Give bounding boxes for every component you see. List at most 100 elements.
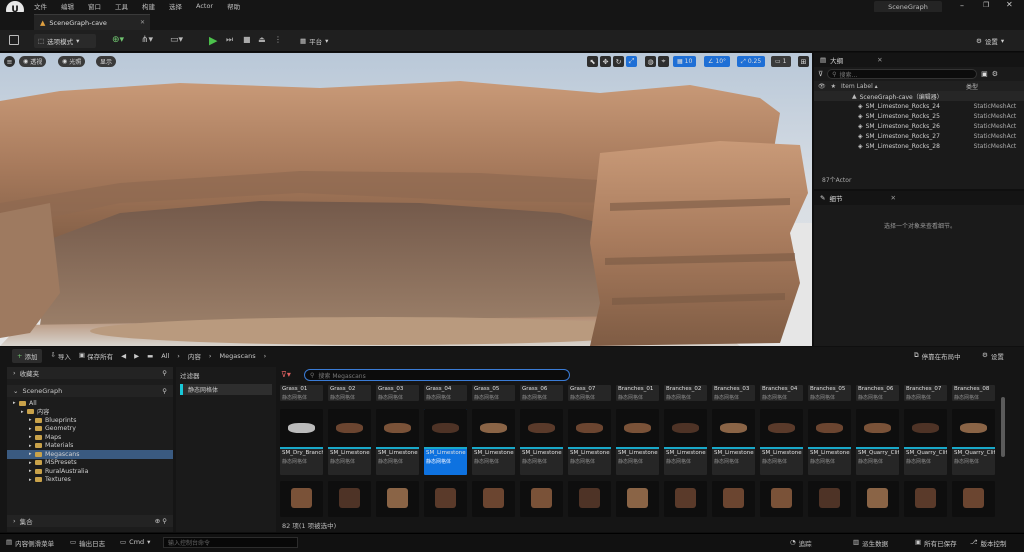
asset-tile[interactable]: Grass_07 静态网格体 [568,385,611,401]
filter-chip-static-mesh[interactable]: 静态网格体 [180,384,272,395]
menu-actor[interactable]: Actor [196,2,213,10]
folder-tree-item[interactable]: ▸ MSPresets [7,459,173,468]
step-icon[interactable]: ⏭ [226,35,233,45]
asset-tile[interactable] [808,481,851,517]
asset-tile[interactable] [760,481,803,517]
asset-tile[interactable]: SM_Limestone 静态网格体 [808,409,851,475]
outliner-row[interactable]: ◈ SM_Limestone_Rocks_28 StaticMeshAct [814,141,1024,151]
save-all-button[interactable]: ▣ 保存所有 [79,351,113,361]
close-icon[interactable]: ✕ [1006,0,1013,9]
trace-button[interactable]: ◔ 追踪 [790,538,812,548]
folder-tree-item[interactable]: ▸ 内容 [7,408,173,417]
menu-tools[interactable]: 工具 [115,1,128,11]
breadcrumb-megascans[interactable]: Megascans [220,352,256,360]
filter-icon[interactable]: ⊽ [818,70,823,78]
asset-tile[interactable]: SM_Limestone 静态网格体 [616,409,659,475]
outliner-row[interactable]: ◈ SM_Limestone_Rocks_24 StaticMeshAct [814,101,1024,111]
outliner-row[interactable]: ◈ SM_Limestone_Rocks_25 StaticMeshAct [814,111,1024,121]
add-folder-icon[interactable]: ▣ [981,70,988,78]
eject-icon[interactable]: ⏏ [258,35,266,44]
scale-icon[interactable]: ⤢ [626,56,637,67]
world-space-icon[interactable]: ◍ [645,56,656,67]
asset-tile[interactable]: SM_Limestone 静态网格体 [520,409,563,475]
asset-tile[interactable] [376,481,419,517]
mode-select-button[interactable]: ⬚ 选项模式 ▾ [34,34,96,48]
saved-status-button[interactable]: ▣ 所有已保存 [915,538,957,548]
dock-button[interactable]: ⧉ 停靠在布局中 [914,351,961,361]
camera-speed-button[interactable]: ▭ 1 [771,56,791,67]
asset-tile[interactable]: SM_Quarry_Cliff_03 静态网格体 [952,409,995,475]
import-button[interactable]: ⇩ 导入 [50,351,70,361]
output-log-button[interactable]: ▭ 输出日志 [70,538,105,548]
asset-tile[interactable]: SM_Limestone 静态网格体 [376,409,419,475]
search-icon[interactable]: ⚲ [162,369,167,377]
folder-tree-item[interactable]: ▸ Materials [7,442,173,451]
asset-tile[interactable]: SM_Quarry_Cliff_02 静态网格体 [904,409,947,475]
viewport-menu-icon[interactable]: ≡ [4,56,15,67]
asset-tile[interactable] [856,481,899,517]
back-icon[interactable]: ◀ [121,352,126,360]
maximize-icon[interactable]: ❐ [983,1,989,9]
asset-tile[interactable] [280,481,323,517]
source-control-button[interactable]: ⎇ 版本控制 [970,538,1007,548]
project-header[interactable]: ⌄ SceneGraph ⚲ [7,385,173,397]
asset-tile[interactable]: Branches_06 静态网格体 [856,385,899,401]
settings-button[interactable]: ⚙ 设置 ▾ [972,34,1008,48]
level-tab[interactable]: ▲ SceneGraph-cave ✕ [34,14,150,30]
asset-tile[interactable] [568,481,611,517]
menu-window[interactable]: 窗口 [88,1,101,11]
asset-tile[interactable]: Branches_05 静态网格体 [808,385,851,401]
cinematics-icon[interactable]: ▭▾ [170,35,183,45]
folder-tree-item[interactable]: ▸ All [7,399,173,408]
asset-tile[interactable]: SM_Limestone 静态网格体 [664,409,707,475]
cmd-button[interactable]: ▭ Cmd ▾ [120,538,150,546]
asset-tile[interactable]: SM_Limestone 静态网格体 [328,409,371,475]
outliner-root-row[interactable]: ▲ SceneGraph-cave（编辑器） [814,91,1024,101]
asset-tile[interactable]: Grass_01 静态网格体 [280,385,323,401]
breadcrumb-content[interactable]: 内容 [188,351,201,361]
outliner-row[interactable]: ◈ SM_Limestone_Rocks_27 StaticMeshAct [814,131,1024,141]
play-icon[interactable]: ▶ [209,34,217,47]
favorites-header[interactable]: › 收藏夹 ⚲ [7,367,173,379]
asset-tile[interactable]: Branches_04 静态网格体 [760,385,803,401]
layout-icon[interactable]: ⊞ [798,56,809,67]
stop-icon[interactable]: ■ [243,35,251,44]
menu-select[interactable]: 选择 [169,1,182,11]
folder-tree-item[interactable]: ▸ Maps [7,433,173,442]
menu-build[interactable]: 构建 [142,1,155,11]
folder-tree-item[interactable]: ▸ Geometry [7,425,173,434]
asset-tile[interactable]: Grass_02 静态网格体 [328,385,371,401]
asset-tile[interactable]: Branches_01 静态网格体 [616,385,659,401]
grid-snap-button[interactable]: ▦ 10 [673,56,697,67]
outliner-close-icon[interactable]: ✕ [877,56,882,64]
show-button[interactable]: 显示 [96,56,117,67]
angle-snap-button[interactable]: ∠ 10° [704,56,731,67]
asset-tile[interactable]: SM_Limestone 静态网格体 [472,409,515,475]
translate-icon[interactable]: ✥ [600,56,611,67]
asset-tile[interactable] [712,481,755,517]
add-collection-icon[interactable]: ⊕ ⚲ [155,517,167,525]
scrollbar[interactable] [1001,397,1005,457]
menu-edit[interactable]: 编辑 [61,1,74,11]
asset-tile[interactable]: Branches_07 静态网格体 [904,385,947,401]
item-label-column[interactable]: Item Label ▴ [841,83,961,90]
filter-dropdown-icon[interactable]: ⊽▾ [281,370,291,379]
minimize-icon[interactable]: – [960,1,964,10]
save-icon[interactable] [9,35,19,45]
asset-tile[interactable]: SM_Limestone 静态网格体 [760,409,803,475]
asset-tile[interactable]: Grass_06 静态网格体 [520,385,563,401]
asset-tile[interactable]: SM_Limestone 静态网格体 [712,409,755,475]
asset-tile[interactable] [904,481,947,517]
content-drawer-button[interactable]: ▤ 内容侧滑菜单 [6,538,54,548]
asset-tile[interactable]: SM_Limestone 静态网格体 [424,409,467,475]
asset-tile[interactable]: SM_Quarry_Cliff_01 静态网格体 [856,409,899,475]
level-viewport[interactable]: ≡ ◉ 透视 ◉ 光照 显示 ⬉ ✥ ↻ ⤢ ◍ ⌖ ▦ 10 ∠ 10° ⤢ 0.25 … [0,53,812,346]
asset-tile[interactable]: Grass_04 静态网格体 [424,385,467,401]
asset-search-input[interactable]: ⚲ 搜索 Megascans [304,369,570,381]
asset-tile[interactable]: Grass_03 静态网格体 [376,385,419,401]
console-input[interactable]: 输入控制台命令 [163,537,298,548]
asset-tile[interactable] [616,481,659,517]
asset-tile[interactable] [520,481,563,517]
add-actor-icon[interactable]: ⊕▾ [112,35,124,45]
asset-tile[interactable]: Branches_02 静态网格体 [664,385,707,401]
